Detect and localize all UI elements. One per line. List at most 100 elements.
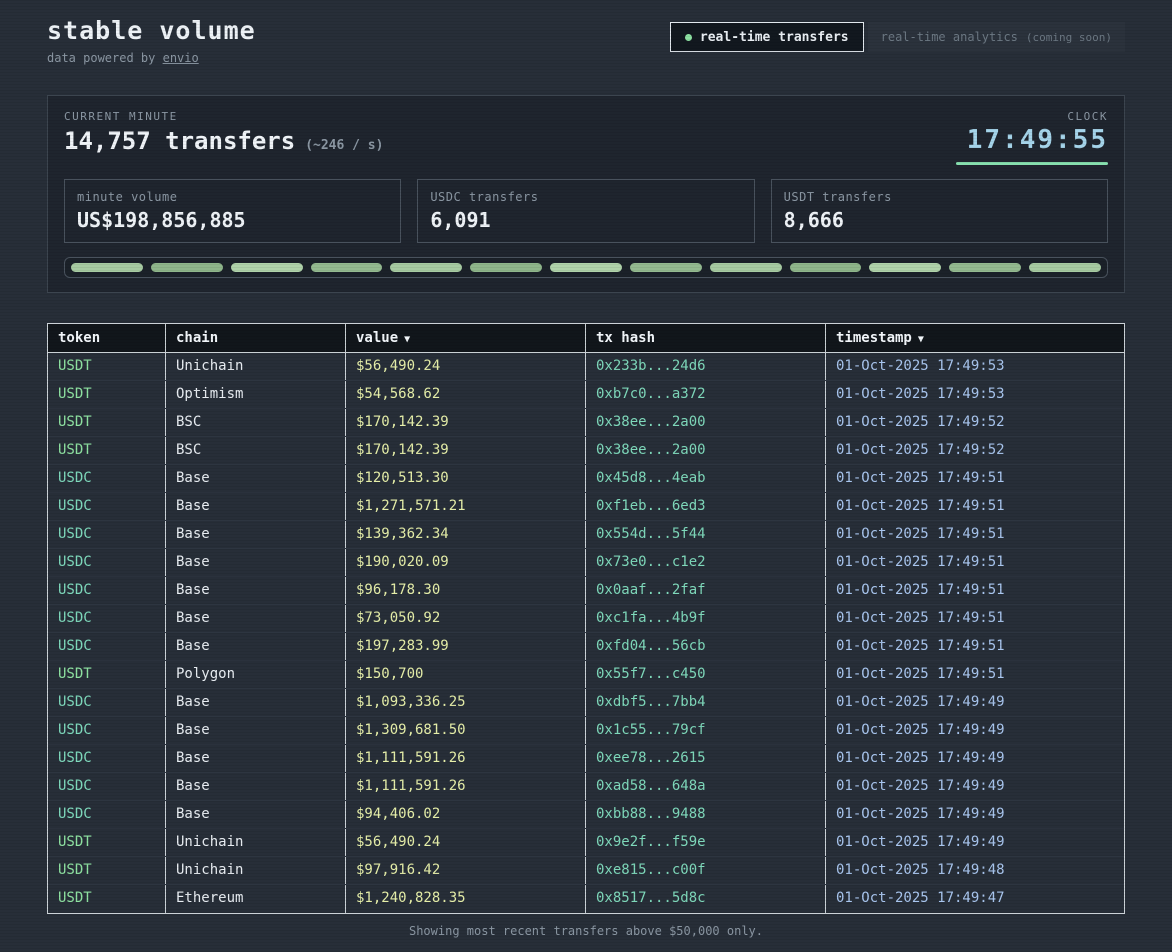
token-cell: USDC: [48, 493, 166, 520]
envio-link[interactable]: envio: [163, 51, 199, 65]
column-header-timestamp[interactable]: timestamp ▼: [826, 324, 1124, 352]
stat-value: 6,091: [430, 208, 741, 232]
chain-cell: Base: [166, 745, 346, 772]
column-header-label: token: [58, 330, 100, 346]
timestamp-cell: 01-Oct-2025 17:49:49: [826, 801, 1124, 828]
value-cell: $1,271,571.21: [346, 493, 586, 520]
tx-hash-link[interactable]: 0x38ee...2a00: [586, 409, 826, 436]
table-row: USDTBSC$170,142.390x38ee...2a0001-Oct-20…: [48, 409, 1124, 437]
stat-value: US$198,856,885: [77, 208, 388, 232]
tx-hash-link[interactable]: 0xfd04...56cb: [586, 633, 826, 660]
volume-segment: [390, 263, 462, 272]
value-cell: $1,309,681.50: [346, 717, 586, 744]
value-cell: $73,050.92: [346, 605, 586, 632]
transfers-count: 14,757 transfers: [64, 127, 295, 155]
tab-bar: real-time transfers real-time analytics …: [670, 22, 1125, 52]
volume-segment: [470, 263, 542, 272]
stable-volume-app: stable volume data powered by envio real…: [47, 0, 1125, 938]
table-row: USDCBase$1,093,336.250xdbf5...7bb401-Oct…: [48, 689, 1124, 717]
tab-real-time-analytics[interactable]: real-time analytics (coming soon): [868, 22, 1125, 52]
tx-hash-link[interactable]: 0x0aaf...2faf: [586, 577, 826, 604]
token-cell: USDT: [48, 829, 166, 856]
chain-cell: Base: [166, 549, 346, 576]
tx-hash-link[interactable]: 0x45d8...4eab: [586, 465, 826, 492]
value-cell: $1,240,828.35: [346, 885, 586, 913]
tx-hash-link[interactable]: 0xe815...c00f: [586, 857, 826, 884]
chain-cell: Base: [166, 689, 346, 716]
value-cell: $96,178.30: [346, 577, 586, 604]
timestamp-cell: 01-Oct-2025 17:49:48: [826, 857, 1124, 884]
tx-hash-link[interactable]: 0x73e0...c1e2: [586, 549, 826, 576]
volume-segment: [231, 263, 303, 272]
tx-hash-link[interactable]: 0x8517...5d8c: [586, 885, 826, 913]
table-row: USDCBase$139,362.340x554d...5f4401-Oct-2…: [48, 521, 1124, 549]
tx-hash-link[interactable]: 0xb7c0...a372: [586, 381, 826, 408]
column-header-label: value: [356, 330, 398, 346]
tx-hash-link[interactable]: 0x554d...5f44: [586, 521, 826, 548]
volume-segment: [790, 263, 862, 272]
value-cell: $1,093,336.25: [346, 689, 586, 716]
token-cell: USDT: [48, 661, 166, 688]
value-cell: $150,700: [346, 661, 586, 688]
clock-panel: CLOCK 17:49:55: [956, 110, 1108, 165]
column-header-label: tx hash: [596, 330, 655, 346]
chain-cell: Base: [166, 773, 346, 800]
timestamp-cell: 01-Oct-2025 17:49:53: [826, 353, 1124, 380]
timestamp-cell: 01-Oct-2025 17:49:51: [826, 549, 1124, 576]
footer-note: Showing most recent transfers above $50,…: [47, 924, 1125, 938]
value-cell: $1,111,591.26: [346, 773, 586, 800]
token-cell: USDT: [48, 409, 166, 436]
stat-label: minute volume: [77, 190, 388, 204]
value-cell: $139,362.34: [346, 521, 586, 548]
stat-box-usdc-transfers: USDC transfers 6,091: [417, 179, 754, 243]
sort-desc-icon: ▼: [912, 334, 924, 345]
timestamp-cell: 01-Oct-2025 17:49:51: [826, 521, 1124, 548]
tx-hash-link[interactable]: 0xee78...2615: [586, 745, 826, 772]
value-cell: $197,283.99: [346, 633, 586, 660]
tx-hash-link[interactable]: 0xad58...648a: [586, 773, 826, 800]
timestamp-cell: 01-Oct-2025 17:49:51: [826, 605, 1124, 632]
stat-label: USDC transfers: [430, 190, 741, 204]
chain-cell: Base: [166, 717, 346, 744]
tx-hash-link[interactable]: 0xdbf5...7bb4: [586, 689, 826, 716]
tx-hash-link[interactable]: 0x233b...24d6: [586, 353, 826, 380]
transfers-table: token chain value ▼ tx hash timestamp ▼ USDT…: [47, 323, 1125, 914]
page-title: stable volume: [47, 16, 256, 45]
brand: stable volume data powered by envio: [47, 16, 256, 65]
token-cell: USDC: [48, 717, 166, 744]
token-cell: USDT: [48, 381, 166, 408]
stat-label: USDT transfers: [784, 190, 1095, 204]
tab-real-time-transfers[interactable]: real-time transfers: [670, 22, 864, 52]
chain-cell: Unichain: [166, 353, 346, 380]
table-row: USDTEthereum$1,240,828.350x8517...5d8c01…: [48, 885, 1124, 913]
chain-cell: Unichain: [166, 857, 346, 884]
tx-hash-link[interactable]: 0xf1eb...6ed3: [586, 493, 826, 520]
token-cell: USDC: [48, 521, 166, 548]
tx-hash-link[interactable]: 0xbb88...9488: [586, 801, 826, 828]
clock-progress-bar: [956, 162, 1108, 165]
transfers-summary: CURRENT MINUTE 14,757 transfers (~246 / …: [64, 110, 383, 155]
current-minute-label: CURRENT MINUTE: [64, 110, 383, 123]
stat-boxes: minute volume US$198,856,885 USDC transf…: [64, 179, 1108, 243]
chain-cell: Unichain: [166, 829, 346, 856]
chain-cell: Base: [166, 577, 346, 604]
volume-segment: [949, 263, 1021, 272]
chain-cell: Polygon: [166, 661, 346, 688]
timestamp-cell: 01-Oct-2025 17:49:51: [826, 661, 1124, 688]
token-cell: USDT: [48, 857, 166, 884]
timestamp-cell: 01-Oct-2025 17:49:51: [826, 633, 1124, 660]
column-header-value[interactable]: value ▼: [346, 324, 586, 352]
column-header-token: token: [48, 324, 166, 352]
tx-hash-link[interactable]: 0x9e2f...f59e: [586, 829, 826, 856]
column-header-label: chain: [176, 330, 218, 346]
table-row: USDTUnichain$56,490.240x9e2f...f59e01-Oc…: [48, 829, 1124, 857]
table-row: USDCBase$73,050.920xc1fa...4b9f01-Oct-20…: [48, 605, 1124, 633]
tx-hash-link[interactable]: 0xc1fa...4b9f: [586, 605, 826, 632]
tx-hash-link[interactable]: 0x1c55...79cf: [586, 717, 826, 744]
tx-hash-link[interactable]: 0x55f7...c450: [586, 661, 826, 688]
table-row: USDTPolygon$150,7000x55f7...c45001-Oct-2…: [48, 661, 1124, 689]
tx-hash-link[interactable]: 0x38ee...2a00: [586, 437, 826, 464]
timestamp-cell: 01-Oct-2025 17:49:53: [826, 381, 1124, 408]
volume-segment: [710, 263, 782, 272]
value-cell: $54,568.62: [346, 381, 586, 408]
